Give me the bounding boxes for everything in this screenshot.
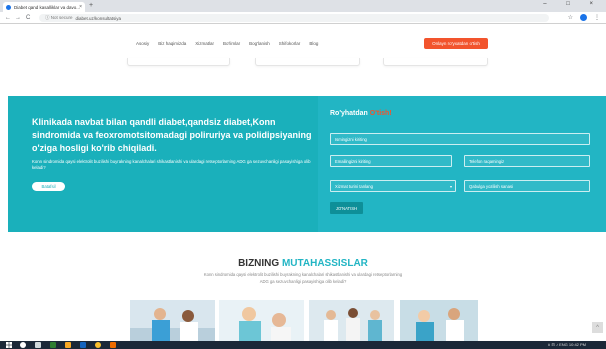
- nav-item-departments[interactable]: Bo'limlar: [223, 41, 240, 46]
- system-tray[interactable]: ∧ ⊟ ♪ ENG 10:42 PM: [547, 341, 586, 349]
- chevron-down-icon: ▾: [449, 184, 452, 189]
- phone-field[interactable]: Telefon raqamingiz: [464, 155, 590, 167]
- address-bar[interactable]: ⓘ Not secure diabet.uz/konsultatsiya: [39, 14, 549, 22]
- toolbar-right: ☆ ⋮: [568, 14, 600, 22]
- name-field[interactable]: Ismingizni kiriting: [330, 133, 590, 145]
- app-icon[interactable]: [110, 342, 116, 348]
- browser-toolbar: ← → C ⓘ Not secure diabet.uz/konsultatsi…: [0, 12, 606, 24]
- specialists-title-main: BIZNING: [238, 258, 282, 269]
- specialists-title-accent: MUTAHASSISLAR: [281, 258, 368, 269]
- medical-team-image: [309, 300, 394, 341]
- online-registration-button[interactable]: Onlayn ro'yxatdan o'tish: [424, 38, 488, 49]
- browser-tab[interactable]: Diabet qand kasalliklar va davo... ×: [3, 2, 85, 12]
- window-controls[interactable]: – □ ×: [543, 1, 602, 7]
- hero-title: Klinikada navbat bilan qandli diabet,qan…: [32, 117, 312, 153]
- forward-icon[interactable]: →: [15, 14, 21, 22]
- submit-button[interactable]: JO'NATISH: [330, 202, 363, 214]
- tab-title: Diabet qand kasalliklar va davo...: [14, 4, 81, 10]
- chrome-icon[interactable]: [95, 342, 101, 348]
- dentist-image: [219, 300, 304, 341]
- hero-more-button[interactable]: Batafsil: [32, 182, 65, 191]
- url-text: diabet.uz/konsultatsiya: [75, 15, 122, 21]
- task-view-icon[interactable]: [35, 342, 41, 348]
- specialist-photo: [400, 300, 478, 341]
- app-icon[interactable]: [80, 342, 86, 348]
- star-icon[interactable]: ☆: [568, 14, 573, 22]
- service-card: [127, 58, 230, 66]
- service-card: [255, 58, 360, 66]
- app-icon[interactable]: [50, 342, 56, 348]
- nav-item-contact[interactable]: Bog'lanish: [249, 41, 270, 46]
- hero-section: Klinikada navbat bilan qandli diabet,qan…: [8, 96, 318, 232]
- new-tab-button[interactable]: +: [89, 2, 93, 10]
- reload-icon[interactable]: C: [26, 14, 30, 22]
- nurse-with-patient-image: [400, 300, 478, 341]
- registration-form: Ro'yhatdan O'tish! Ismingizni kiriting E…: [318, 96, 606, 232]
- menu-icon[interactable]: ⋮: [594, 14, 600, 22]
- security-indicator[interactable]: ⓘ Not secure: [45, 15, 73, 21]
- service-select[interactable]: Xizmat turini tanlang ▾: [330, 180, 456, 192]
- specialist-photo: [219, 300, 304, 341]
- tab-close-icon[interactable]: ×: [79, 4, 82, 10]
- nav-item-blog[interactable]: Blog: [309, 41, 318, 46]
- email-field[interactable]: Emailingizni kiriting: [330, 155, 452, 167]
- service-card: [383, 58, 488, 66]
- nav-item-asosiy[interactable]: Asosiy: [136, 41, 149, 46]
- scroll-to-top-button[interactable]: ^: [592, 322, 603, 333]
- form-title: Ro'yhatdan O'tish!: [330, 110, 392, 117]
- main-menu: Asosiy Biz haqimizda Xizmatlar Bo'limlar…: [136, 41, 318, 46]
- nav-item-doctors[interactable]: Shifokorlar: [279, 41, 301, 46]
- specialists-subtitle: Konn sindromida qaysi elektrolit buzilis…: [203, 272, 403, 284]
- windows-taskbar: ∧ ⊟ ♪ ENG 10:42 PM: [0, 341, 606, 349]
- date-field[interactable]: Qabulga yozilish sanasi: [464, 180, 590, 192]
- hero-subtitle: Konn sindromida qaysi elektrolit buzilis…: [32, 159, 311, 170]
- nav-item-about[interactable]: Biz haqimizda: [158, 41, 186, 46]
- profile-avatar[interactable]: [580, 14, 587, 21]
- search-icon[interactable]: [20, 342, 26, 348]
- specialists-title: BIZNING MUTAHASSISLAR: [0, 258, 606, 269]
- specialist-photo: [309, 300, 394, 341]
- file-explorer-icon[interactable]: [65, 342, 71, 348]
- back-icon[interactable]: ←: [5, 14, 11, 22]
- nav-item-services[interactable]: Xizmatlar: [195, 41, 214, 46]
- form-title-main: Ro'yhatdan: [330, 110, 370, 117]
- doctor-with-patient-image: [130, 300, 215, 341]
- service-select-value: Xizmat turini tanlang: [335, 183, 373, 189]
- form-title-accent: O'tish!: [369, 110, 392, 117]
- favicon-icon: [6, 4, 11, 10]
- windows-start-icon[interactable]: [6, 342, 12, 348]
- taskbar-apps: [20, 342, 116, 348]
- browser-tab-strip: Diabet qand kasalliklar va davo... × + –…: [0, 0, 606, 12]
- specialist-photo: [130, 300, 215, 341]
